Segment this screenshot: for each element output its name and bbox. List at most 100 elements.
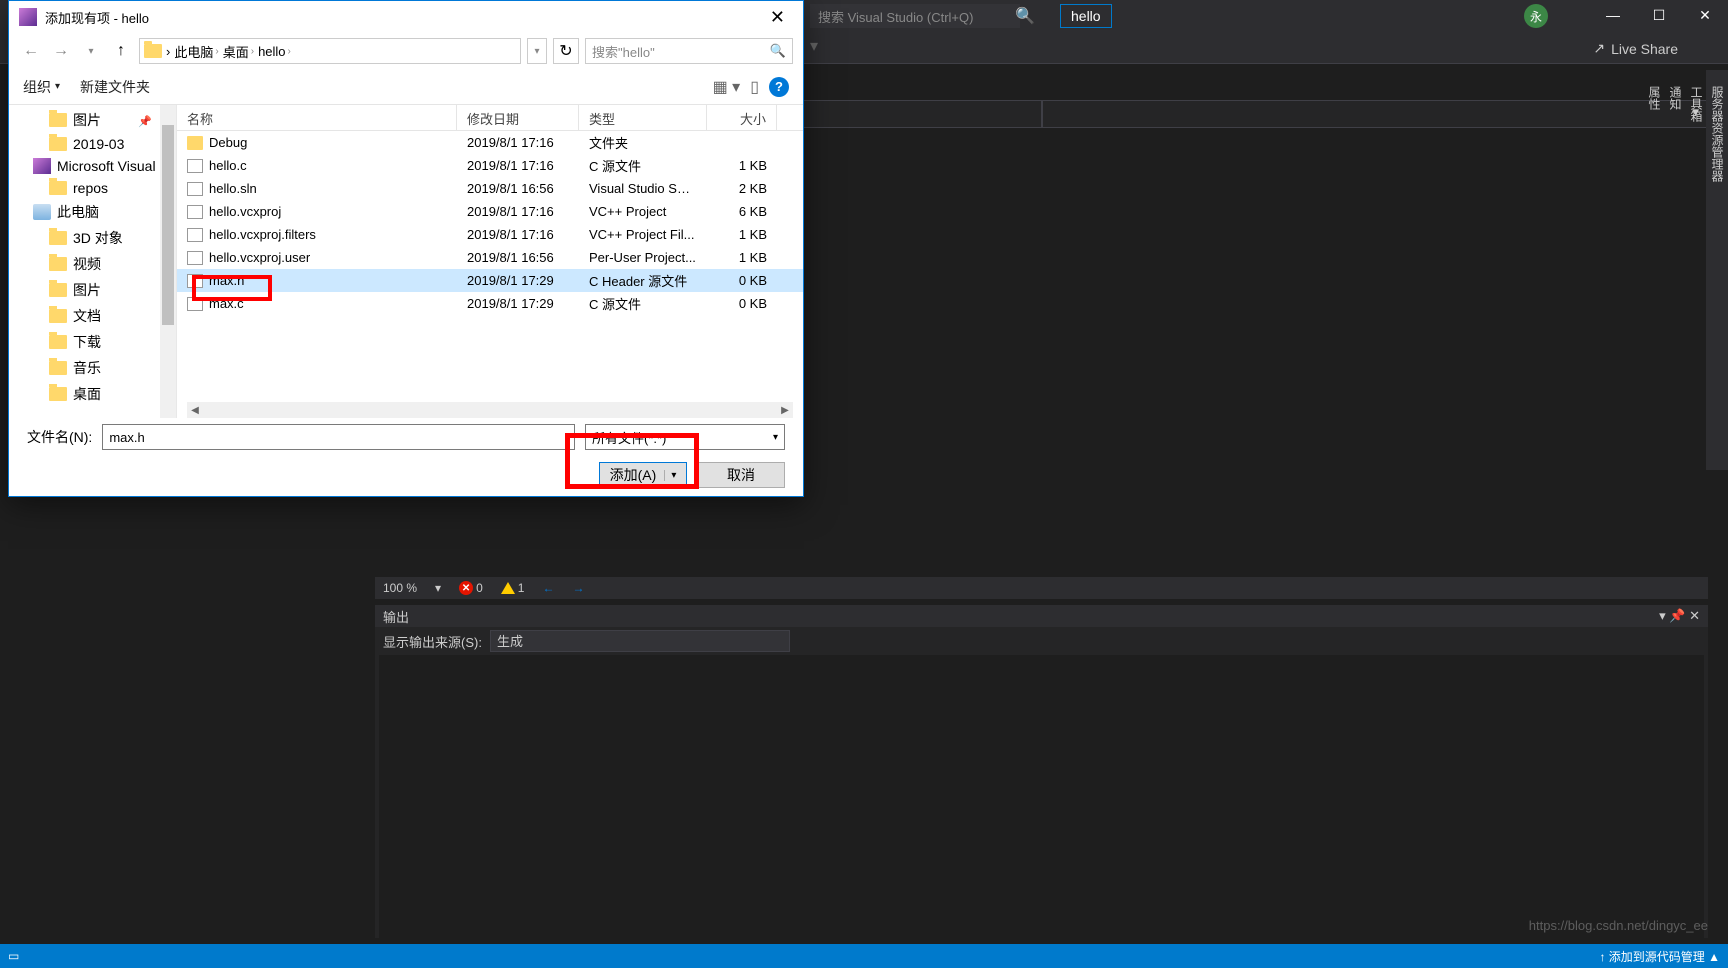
output-body[interactable] — [379, 655, 1704, 938]
right-dock-tab[interactable]: 工具箱 — [1686, 78, 1707, 470]
dialog-titlebar: 添加现有项 - hello ✕ — [9, 1, 803, 33]
col-size[interactable]: 大小 — [707, 105, 777, 130]
help-icon[interactable]: ? — [769, 77, 789, 97]
file-list-header: 名称 修改日期 类型 大小 — [177, 105, 803, 131]
sidebar-item[interactable]: 音乐 — [9, 355, 176, 381]
warning-icon — [501, 582, 515, 594]
sidebar-item[interactable]: Microsoft Visual — [9, 155, 176, 177]
file-row[interactable]: hello.vcxproj.user 2019/8/1 16:56 Per-Us… — [177, 246, 803, 269]
zoom-level[interactable]: 100 % — [383, 581, 417, 595]
dialog-toolbar: 组织 ▾ 新建文件夹 ▦ ▾ ▯ ? — [9, 69, 803, 105]
zoom-dropdown-icon[interactable]: ▾ — [435, 581, 441, 595]
path-segment[interactable]: 此电脑› — [174, 42, 218, 61]
file-icon — [187, 159, 203, 173]
path-segment[interactable]: 桌面› — [223, 42, 254, 61]
organize-button[interactable]: 组织 ▾ — [23, 77, 60, 97]
project-selector[interactable]: hello — [1060, 4, 1112, 28]
dropdown-icon[interactable]: ▾ — [1659, 608, 1666, 623]
new-folder-button[interactable]: 新建文件夹 — [80, 77, 150, 97]
sidebar-item[interactable]: 文档 — [9, 303, 176, 329]
type-combo[interactable]: ▾ — [1042, 100, 1709, 128]
scroll-right-icon[interactable]: ▶ — [777, 405, 793, 416]
source-control-status[interactable]: ↑ 添加到源代码管理 ▲ — [1599, 948, 1720, 965]
status-icon[interactable]: ▭ — [8, 949, 19, 963]
sidebar-item[interactable]: 下载 — [9, 329, 176, 355]
file-row[interactable]: hello.sln 2019/8/1 16:56 Visual Studio S… — [177, 177, 803, 200]
folder-icon — [49, 113, 67, 127]
scroll-left-icon[interactable]: ◀ — [187, 405, 203, 416]
chevron-down-icon: ▾ — [773, 432, 778, 443]
sidebar-item[interactable]: 桌面 — [9, 381, 176, 407]
pin-icon[interactable]: 📌 — [1669, 608, 1685, 623]
file-row[interactable]: hello.vcxproj.filters 2019/8/1 17:16 VC+… — [177, 223, 803, 246]
sidebar-item[interactable]: 视频 — [9, 251, 176, 277]
right-dock-tab[interactable]: 属性 — [1644, 78, 1665, 470]
nav-recent-button[interactable]: ▾ — [79, 39, 103, 63]
file-row[interactable]: hello.vcxproj 2019/8/1 17:16 VC++ Projec… — [177, 200, 803, 223]
dialog-sidebar[interactable]: 图片📌2019-03Microsoft Visualrepos此电脑3D 对象视… — [9, 105, 177, 418]
maximize-button[interactable]: ☐ — [1636, 0, 1682, 30]
sidebar-item[interactable]: 此电脑 — [9, 199, 176, 225]
path-dropdown-button[interactable]: ▾ — [527, 38, 547, 64]
close-button[interactable]: ✕ — [1682, 0, 1728, 30]
file-icon — [187, 297, 203, 311]
vs-search-box[interactable]: 搜索 Visual Studio (Ctrl+Q) — [810, 4, 1020, 28]
path-bar[interactable]: › 此电脑›桌面›hello› — [139, 38, 521, 64]
dialog-title: 添加现有项 - hello — [45, 8, 149, 27]
nav-back-icon[interactable]: ← — [542, 581, 554, 595]
filename-input[interactable] — [102, 424, 575, 450]
file-icon — [187, 228, 203, 242]
folder-icon — [49, 361, 67, 375]
file-hscroll[interactable]: ◀ ▶ — [187, 402, 793, 418]
right-dock-tab[interactable]: 通知 — [1665, 78, 1686, 470]
path-segment[interactable]: hello› — [258, 44, 291, 59]
sidebar-item[interactable]: 图片📌 — [9, 107, 176, 133]
col-name[interactable]: 名称 — [177, 105, 457, 130]
warning-indicator[interactable]: 1 — [501, 581, 525, 595]
preview-button[interactable]: ▯ — [750, 77, 759, 97]
sidebar-item[interactable]: 图片 — [9, 277, 176, 303]
file-row[interactable]: Debug 2019/8/1 17:16 文件夹 — [177, 131, 803, 154]
toolbar-icon[interactable]: ▾ — [810, 36, 832, 58]
folder-icon — [187, 136, 203, 150]
dialog-nav-bar: ← → ▾ ↑ › 此电脑›桌面›hello› ▾ ↻ 搜索"hello" 🔍 — [9, 33, 803, 69]
nav-up-button[interactable]: ↑ — [109, 39, 133, 63]
file-row[interactable]: max.c 2019/8/1 17:29 C 源文件 0 KB — [177, 292, 803, 315]
live-share-button[interactable]: ↗ Live Share — [1593, 40, 1678, 57]
filename-row: 文件名(N): 所有文件(*.*) ▾ — [9, 420, 803, 454]
error-icon: ✕ — [459, 581, 473, 595]
folder-icon — [49, 181, 67, 195]
add-button[interactable]: 添加(A) ▾ — [599, 462, 687, 488]
scrollbar-thumb[interactable] — [162, 125, 174, 325]
file-row[interactable]: hello.c 2019/8/1 17:16 C 源文件 1 KB — [177, 154, 803, 177]
sidebar-item[interactable]: 3D 对象 — [9, 225, 176, 251]
search-icon[interactable]: 🔍 — [1015, 6, 1035, 26]
cancel-button[interactable]: 取消 — [697, 462, 785, 488]
split-dropdown-icon[interactable]: ▾ — [664, 470, 676, 481]
minimize-button[interactable]: — — [1590, 0, 1636, 30]
nav-back-button[interactable]: ← — [19, 39, 43, 63]
right-dock-tab[interactable]: 服务器资源管理器 — [1707, 78, 1728, 470]
right-dock: 服务器资源管理器工具箱通知属性 — [1706, 70, 1728, 470]
file-type-filter[interactable]: 所有文件(*.*) ▾ — [585, 424, 785, 450]
col-type[interactable]: 类型 — [579, 105, 707, 130]
vs-status-bar: ▭ ↑ 添加到源代码管理 ▲ — [0, 944, 1728, 968]
close-panel-icon[interactable]: ✕ — [1689, 608, 1700, 623]
dialog-close-button[interactable]: ✕ — [762, 7, 793, 28]
pin-icon: 📌 — [138, 115, 152, 128]
sidebar-item[interactable]: 2019-03 — [9, 133, 176, 155]
view-button[interactable]: ▦ ▾ — [713, 77, 741, 97]
col-date[interactable]: 修改日期 — [457, 105, 579, 130]
user-avatar[interactable]: 永 — [1524, 4, 1548, 28]
search-input[interactable]: 搜索"hello" 🔍 — [585, 38, 793, 64]
nav-fwd-icon[interactable]: → — [572, 581, 584, 595]
folder-icon — [144, 44, 162, 58]
error-indicator[interactable]: ✕0 — [459, 581, 483, 595]
refresh-button[interactable]: ↻ — [553, 38, 579, 64]
file-row[interactable]: max.h 2019/8/1 17:29 C Header 源文件 0 KB — [177, 269, 803, 292]
output-source-select[interactable]: 生成 — [490, 630, 790, 652]
nav-forward-button[interactable]: → — [49, 39, 73, 63]
sidebar-scrollbar[interactable] — [160, 105, 176, 418]
file-list[interactable]: 名称 修改日期 类型 大小 Debug 2019/8/1 17:16 文件夹 h… — [177, 105, 803, 418]
sidebar-item[interactable]: repos — [9, 177, 176, 199]
